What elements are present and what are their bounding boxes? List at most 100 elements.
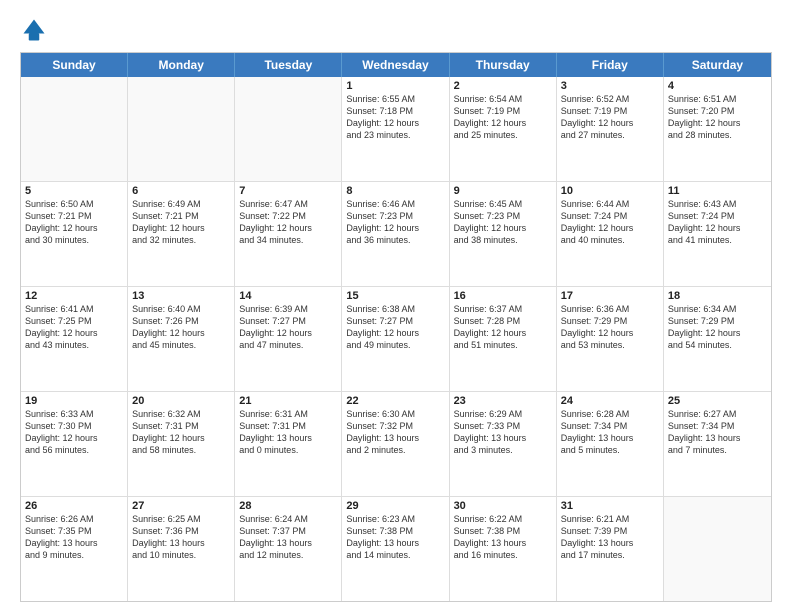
day-cell-23: 23Sunrise: 6:29 AM Sunset: 7:33 PM Dayli… [450,392,557,496]
day-details: Sunrise: 6:52 AM Sunset: 7:19 PM Dayligh… [561,93,659,142]
week-row-1: 1Sunrise: 6:55 AM Sunset: 7:18 PM Daylig… [21,77,771,182]
day-cell-28: 28Sunrise: 6:24 AM Sunset: 7:37 PM Dayli… [235,497,342,601]
day-details: Sunrise: 6:46 AM Sunset: 7:23 PM Dayligh… [346,198,444,247]
day-cell-10: 10Sunrise: 6:44 AM Sunset: 7:24 PM Dayli… [557,182,664,286]
day-details: Sunrise: 6:55 AM Sunset: 7:18 PM Dayligh… [346,93,444,142]
day-number: 5 [25,185,123,197]
day-number: 30 [454,500,552,512]
logo-icon [20,16,48,44]
day-details: Sunrise: 6:47 AM Sunset: 7:22 PM Dayligh… [239,198,337,247]
day-number: 10 [561,185,659,197]
day-cell-8: 8Sunrise: 6:46 AM Sunset: 7:23 PM Daylig… [342,182,449,286]
day-cell-3: 3Sunrise: 6:52 AM Sunset: 7:19 PM Daylig… [557,77,664,181]
day-cell-24: 24Sunrise: 6:28 AM Sunset: 7:34 PM Dayli… [557,392,664,496]
page: SundayMondayTuesdayWednesdayThursdayFrid… [0,0,792,612]
day-cell-29: 29Sunrise: 6:23 AM Sunset: 7:38 PM Dayli… [342,497,449,601]
day-details: Sunrise: 6:41 AM Sunset: 7:25 PM Dayligh… [25,303,123,352]
header-day-saturday: Saturday [664,53,771,77]
day-cell-30: 30Sunrise: 6:22 AM Sunset: 7:38 PM Dayli… [450,497,557,601]
day-number: 31 [561,500,659,512]
day-details: Sunrise: 6:32 AM Sunset: 7:31 PM Dayligh… [132,408,230,457]
week-row-4: 19Sunrise: 6:33 AM Sunset: 7:30 PM Dayli… [21,392,771,497]
empty-cell [21,77,128,181]
day-details: Sunrise: 6:51 AM Sunset: 7:20 PM Dayligh… [668,93,767,142]
day-cell-14: 14Sunrise: 6:39 AM Sunset: 7:27 PM Dayli… [235,287,342,391]
day-details: Sunrise: 6:33 AM Sunset: 7:30 PM Dayligh… [25,408,123,457]
calendar-header-row: SundayMondayTuesdayWednesdayThursdayFrid… [21,53,771,77]
day-details: Sunrise: 6:29 AM Sunset: 7:33 PM Dayligh… [454,408,552,457]
day-number: 19 [25,395,123,407]
day-cell-13: 13Sunrise: 6:40 AM Sunset: 7:26 PM Dayli… [128,287,235,391]
day-number: 14 [239,290,337,302]
day-number: 6 [132,185,230,197]
empty-cell [235,77,342,181]
day-number: 29 [346,500,444,512]
week-row-3: 12Sunrise: 6:41 AM Sunset: 7:25 PM Dayli… [21,287,771,392]
day-details: Sunrise: 6:30 AM Sunset: 7:32 PM Dayligh… [346,408,444,457]
day-cell-11: 11Sunrise: 6:43 AM Sunset: 7:24 PM Dayli… [664,182,771,286]
day-cell-2: 2Sunrise: 6:54 AM Sunset: 7:19 PM Daylig… [450,77,557,181]
day-details: Sunrise: 6:38 AM Sunset: 7:27 PM Dayligh… [346,303,444,352]
day-cell-25: 25Sunrise: 6:27 AM Sunset: 7:34 PM Dayli… [664,392,771,496]
empty-cell [128,77,235,181]
calendar: SundayMondayTuesdayWednesdayThursdayFrid… [20,52,772,602]
day-details: Sunrise: 6:26 AM Sunset: 7:35 PM Dayligh… [25,513,123,562]
calendar-body: 1Sunrise: 6:55 AM Sunset: 7:18 PM Daylig… [21,77,771,601]
day-number: 3 [561,80,659,92]
day-number: 8 [346,185,444,197]
day-number: 27 [132,500,230,512]
day-cell-22: 22Sunrise: 6:30 AM Sunset: 7:32 PM Dayli… [342,392,449,496]
day-number: 2 [454,80,552,92]
empty-cell [664,497,771,601]
header [20,16,772,44]
day-number: 23 [454,395,552,407]
day-cell-1: 1Sunrise: 6:55 AM Sunset: 7:18 PM Daylig… [342,77,449,181]
header-day-wednesday: Wednesday [342,53,449,77]
day-number: 15 [346,290,444,302]
day-cell-7: 7Sunrise: 6:47 AM Sunset: 7:22 PM Daylig… [235,182,342,286]
day-cell-16: 16Sunrise: 6:37 AM Sunset: 7:28 PM Dayli… [450,287,557,391]
day-details: Sunrise: 6:50 AM Sunset: 7:21 PM Dayligh… [25,198,123,247]
day-number: 9 [454,185,552,197]
day-details: Sunrise: 6:40 AM Sunset: 7:26 PM Dayligh… [132,303,230,352]
day-details: Sunrise: 6:36 AM Sunset: 7:29 PM Dayligh… [561,303,659,352]
day-number: 25 [668,395,767,407]
day-details: Sunrise: 6:27 AM Sunset: 7:34 PM Dayligh… [668,408,767,457]
header-day-sunday: Sunday [21,53,128,77]
day-details: Sunrise: 6:54 AM Sunset: 7:19 PM Dayligh… [454,93,552,142]
day-details: Sunrise: 6:45 AM Sunset: 7:23 PM Dayligh… [454,198,552,247]
day-number: 20 [132,395,230,407]
day-number: 24 [561,395,659,407]
day-details: Sunrise: 6:24 AM Sunset: 7:37 PM Dayligh… [239,513,337,562]
day-details: Sunrise: 6:31 AM Sunset: 7:31 PM Dayligh… [239,408,337,457]
week-row-2: 5Sunrise: 6:50 AM Sunset: 7:21 PM Daylig… [21,182,771,287]
day-number: 22 [346,395,444,407]
day-details: Sunrise: 6:34 AM Sunset: 7:29 PM Dayligh… [668,303,767,352]
day-cell-15: 15Sunrise: 6:38 AM Sunset: 7:27 PM Dayli… [342,287,449,391]
day-cell-26: 26Sunrise: 6:26 AM Sunset: 7:35 PM Dayli… [21,497,128,601]
day-number: 11 [668,185,767,197]
day-number: 28 [239,500,337,512]
day-number: 26 [25,500,123,512]
day-cell-9: 9Sunrise: 6:45 AM Sunset: 7:23 PM Daylig… [450,182,557,286]
day-details: Sunrise: 6:21 AM Sunset: 7:39 PM Dayligh… [561,513,659,562]
day-number: 7 [239,185,337,197]
day-number: 21 [239,395,337,407]
day-details: Sunrise: 6:43 AM Sunset: 7:24 PM Dayligh… [668,198,767,247]
day-details: Sunrise: 6:49 AM Sunset: 7:21 PM Dayligh… [132,198,230,247]
day-details: Sunrise: 6:37 AM Sunset: 7:28 PM Dayligh… [454,303,552,352]
day-details: Sunrise: 6:28 AM Sunset: 7:34 PM Dayligh… [561,408,659,457]
day-number: 1 [346,80,444,92]
day-details: Sunrise: 6:39 AM Sunset: 7:27 PM Dayligh… [239,303,337,352]
day-cell-6: 6Sunrise: 6:49 AM Sunset: 7:21 PM Daylig… [128,182,235,286]
day-cell-31: 31Sunrise: 6:21 AM Sunset: 7:39 PM Dayli… [557,497,664,601]
day-number: 12 [25,290,123,302]
day-cell-27: 27Sunrise: 6:25 AM Sunset: 7:36 PM Dayli… [128,497,235,601]
day-cell-18: 18Sunrise: 6:34 AM Sunset: 7:29 PM Dayli… [664,287,771,391]
header-day-tuesday: Tuesday [235,53,342,77]
day-number: 18 [668,290,767,302]
day-details: Sunrise: 6:44 AM Sunset: 7:24 PM Dayligh… [561,198,659,247]
day-details: Sunrise: 6:25 AM Sunset: 7:36 PM Dayligh… [132,513,230,562]
header-day-friday: Friday [557,53,664,77]
day-cell-4: 4Sunrise: 6:51 AM Sunset: 7:20 PM Daylig… [664,77,771,181]
